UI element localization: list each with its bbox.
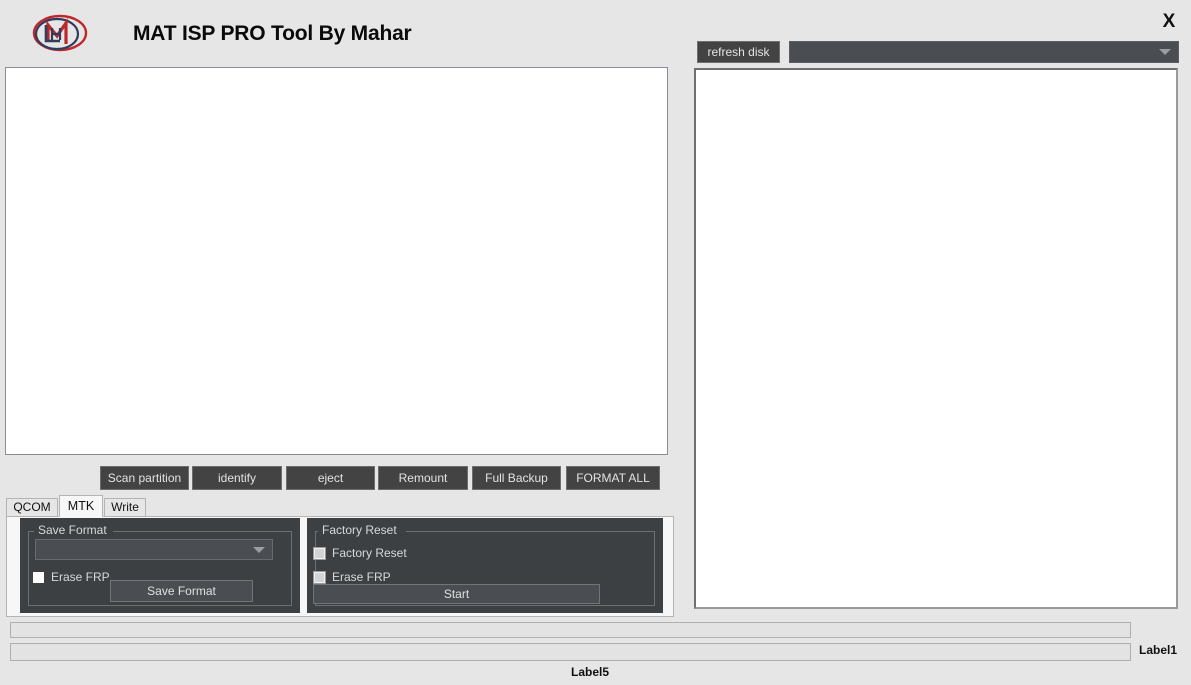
disk-select[interactable]: [789, 41, 1179, 63]
checkbox-box-icon[interactable]: [313, 570, 326, 584]
page-title: MAT ISP PRO Tool By Mahar: [133, 22, 412, 45]
mat-logo-icon: [32, 14, 88, 52]
format-all-button[interactable]: FORMAT ALL: [566, 466, 660, 490]
eject-button[interactable]: eject: [286, 466, 375, 490]
remount-button[interactable]: Remount: [378, 466, 468, 490]
save-format-button[interactable]: Save Format: [110, 580, 253, 602]
refresh-disk-button[interactable]: refresh disk: [697, 41, 780, 63]
tab-mtk[interactable]: MTK: [59, 495, 103, 517]
erase-frp-checkbox-factory-reset[interactable]: Erase FRP: [313, 570, 391, 584]
status-label-1: Label1: [1139, 643, 1178, 657]
chevron-down-icon: [253, 546, 265, 553]
full-backup-button[interactable]: Full Backup: [472, 466, 561, 490]
checkbox-box-icon[interactable]: [313, 546, 326, 560]
factory-reset-checkbox[interactable]: Factory Reset: [313, 546, 407, 560]
start-button[interactable]: Start: [313, 584, 600, 604]
progress-bar-secondary: [10, 643, 1131, 661]
factory-reset-label: Factory Reset: [332, 546, 407, 560]
tab-strip: QCOM MTK Write: [6, 495, 674, 517]
chevron-down-icon: [1159, 49, 1171, 55]
status-label-5: Label5: [570, 665, 609, 679]
save-format-select[interactable]: [35, 539, 273, 560]
erase-frp-label: Erase FRP: [51, 570, 110, 584]
save-format-group-title: Save Format: [34, 523, 111, 537]
erase-frp-label: Erase FRP: [332, 570, 391, 584]
erase-frp-checkbox-save-format[interactable]: Erase FRP: [32, 570, 110, 584]
checkbox-box-icon[interactable]: [32, 570, 45, 584]
log-output-panel[interactable]: [5, 67, 668, 455]
tab-qcom[interactable]: QCOM: [6, 498, 58, 516]
identify-button[interactable]: identify: [192, 466, 282, 490]
tab-write[interactable]: Write: [104, 498, 146, 516]
disk-list-panel[interactable]: [694, 68, 1178, 609]
close-button[interactable]: X: [1158, 10, 1180, 34]
progress-bar-primary: [10, 622, 1131, 638]
factory-reset-group-title: Factory Reset: [318, 523, 401, 537]
scan-partition-button[interactable]: Scan partition: [100, 466, 189, 490]
